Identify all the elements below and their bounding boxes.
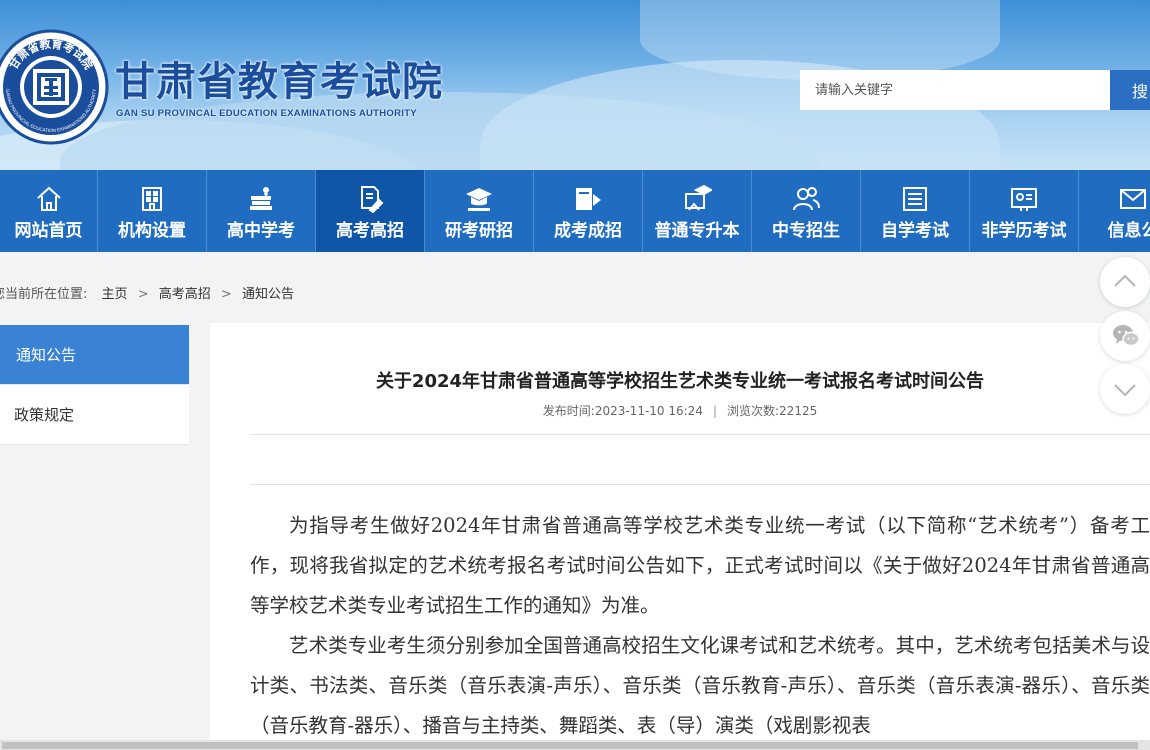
nav-item-vocational-enrollment[interactable]: 中专招生 (752, 170, 861, 252)
home-icon (36, 186, 61, 211)
nav-label: 高中学考 (227, 221, 295, 241)
site-header: 甘肃省教育考试院 GANSU PROVINCIAL EDUCATION EXAM… (0, 0, 1150, 170)
nav-item-self-study-exam[interactable]: 自学考试 (861, 170, 970, 252)
meta-divider: | (712, 404, 717, 418)
main-nav: 网站首页 机构设置 高中学考 高考高招 研考研招 成考成招 普通专升本 中专招生… (0, 170, 1150, 252)
views-count: 22125 (779, 404, 818, 418)
breadcrumb-link-gaokao[interactable]: 高考高招 (159, 287, 211, 302)
publish-label: 发布时间: (542, 404, 595, 418)
graduation-cap-icon (466, 188, 492, 211)
scroll-up-button[interactable] (1100, 257, 1150, 307)
nav-label: 非学历考试 (981, 221, 1067, 241)
nav-label: 高考高招 (336, 221, 404, 241)
nav-item-home[interactable]: 网站首页 (0, 170, 98, 252)
breadcrumb-prefix: 您当前所在位置: (0, 287, 88, 302)
publish-time: 2023-11-10 16:24 (594, 404, 703, 418)
nav-item-graduate-exam[interactable]: 研考研招 (425, 170, 534, 252)
board-cap-icon (685, 184, 712, 211)
nav-item-info-disclosure[interactable]: 信息公 (1079, 170, 1150, 252)
views-label: 浏览次数: (727, 404, 780, 418)
search-button[interactable]: 搜 (1110, 70, 1150, 110)
breadcrumb-link-home[interactable]: 主页 (102, 287, 128, 302)
horizontal-scrollbar[interactable] (0, 740, 1150, 750)
mail-icon (1120, 189, 1146, 209)
sidebar-item-notices[interactable]: 通知公告 (0, 325, 189, 385)
article-panel: 关于2024年甘肃省普通高等学校招生艺术类专业统一考试报名考试时间公告 发布时间… (210, 323, 1150, 750)
nav-label: 信息公 (1107, 221, 1150, 241)
list-icon (903, 187, 927, 211)
chevron-up-icon (1114, 274, 1136, 287)
article-meta: 发布时间:2023-11-10 16:24 | 浏览次数:22125 (210, 402, 1150, 419)
article-title: 关于2024年甘肃省普通高等学校招生艺术类专业统一考试报名考试时间公告 (375, 371, 985, 392)
search-input[interactable] (800, 70, 1110, 110)
chevron-down-icon (1114, 384, 1136, 397)
books-icon (250, 187, 272, 210)
nav-label: 普通专升本 (654, 221, 740, 241)
divider (250, 484, 1150, 485)
nav-label: 中专招生 (772, 221, 840, 241)
header-background-cloud (640, 0, 1000, 80)
certificate-icon (1011, 188, 1037, 211)
book-play-icon (576, 188, 601, 210)
nav-item-organization[interactable]: 机构设置 (98, 170, 207, 252)
breadcrumb-separator: > (220, 287, 232, 302)
nav-item-gaokao[interactable]: 高考高招 (316, 170, 425, 252)
building-icon (142, 187, 162, 211)
breadcrumb-separator: > (137, 287, 149, 302)
nav-item-high-school-exam[interactable]: 高中学考 (207, 170, 316, 252)
article-body: 为指导考生做好2024年甘肃省普通高等学校艺术类专业统一考试（以下简称“艺术统考… (250, 506, 1150, 746)
site-title[interactable]: 甘肃省教育考试院 (115, 58, 443, 106)
sidebar-item-policies[interactable]: 政策规定 (0, 385, 189, 445)
users-icon (793, 187, 820, 211)
nav-label: 自学考试 (881, 221, 949, 241)
scrollbar-thumb[interactable] (2, 742, 1138, 749)
breadcrumb-link-notices[interactable]: 通知公告 (242, 287, 294, 302)
nav-item-non-degree-exam[interactable]: 非学历考试 (970, 170, 1079, 252)
sidebar: 通知公告 政策规定 (0, 325, 189, 445)
nav-label: 网站首页 (14, 221, 83, 241)
nav-item-upgrade-exam[interactable]: 普通专升本 (643, 170, 752, 252)
nav-label: 研考研招 (445, 221, 513, 241)
nav-item-adult-exam[interactable]: 成考成招 (534, 170, 643, 252)
scroll-down-button[interactable] (1100, 364, 1150, 414)
wechat-icon (1113, 325, 1140, 347)
wechat-button[interactable] (1100, 311, 1150, 361)
nav-label: 机构设置 (118, 221, 186, 241)
divider (250, 434, 1150, 435)
article-paragraph: 艺术类专业考生须分别参加全国普通高校招生文化课考试和艺术统考。其中，艺术统考包括… (250, 634, 1150, 737)
logo-emblem[interactable]: 甘肃省教育考试院 GANSU PROVINCIAL EDUCATION EXAM… (0, 28, 110, 146)
site-subtitle: GAN SU PROVINCAL EDUCATION EXAMINATIONS … (116, 108, 417, 119)
nav-label: 成考成招 (554, 221, 622, 241)
document-pen-icon (361, 186, 384, 214)
article-paragraph: 为指导考生做好2024年甘肃省普通高等学校艺术类专业统一考试（以下简称“艺术统考… (250, 514, 1150, 617)
breadcrumb: 您当前所在位置: 主页 > 高考高招 > 通知公告 (0, 285, 294, 305)
